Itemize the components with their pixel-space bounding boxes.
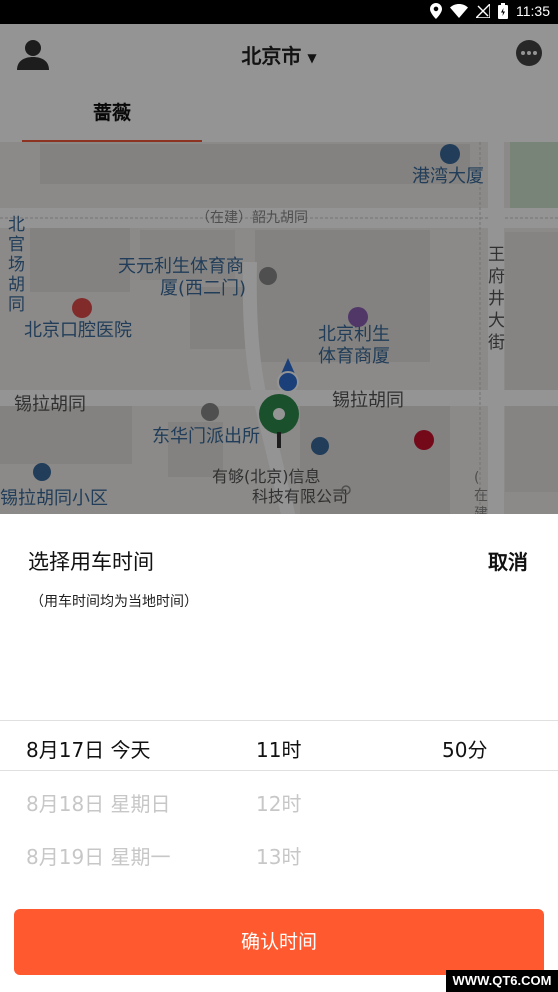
status-time: 11:35 — [516, 3, 550, 19]
status-icons: 11:35 — [430, 3, 550, 19]
app-screen: 北京市 ▼ 蔷薇 港湾大厦 （在建）韶九胡同 北官场胡同 天元利生体育商厦(西二… — [0, 24, 558, 992]
battery-icon — [498, 3, 508, 19]
hour-option[interactable]: 11时 — [256, 734, 301, 763]
sheet-subtitle: （用车时间均为当地时间） — [30, 594, 198, 610]
picker-row[interactable]: 8月19日 星期一 13时 — [0, 827, 558, 879]
time-picker-sheet: 选择用车时间 取消 （用车时间均为当地时间） 8月17日 今天 11时 50分 … — [0, 514, 558, 992]
watermark: WWW.QT6.COM — [446, 970, 558, 992]
sheet-title: 选择用车时间 — [28, 550, 154, 574]
picker-row[interactable]: 8月18日 星期日 12时 — [0, 774, 558, 826]
location-status-icon — [430, 3, 442, 19]
date-option[interactable]: 8月17日 今天 — [26, 734, 151, 763]
minute-option[interactable]: 50分 — [442, 734, 487, 763]
signal-off-icon — [476, 4, 490, 18]
time-picker[interactable]: 8月17日 今天 11时 50分 8月18日 星期日 12时 8月19日 星期一… — [0, 710, 558, 872]
status-bar: 11:35 — [0, 0, 558, 24]
wifi-icon — [450, 4, 468, 18]
date-option[interactable]: 8月19日 星期一 — [26, 841, 171, 870]
hour-option[interactable]: 12时 — [256, 788, 301, 817]
hour-option[interactable]: 13时 — [256, 841, 301, 870]
cancel-button[interactable]: 取消 — [488, 546, 528, 575]
confirm-time-button[interactable]: 确认时间 — [14, 909, 544, 975]
picker-row-selected[interactable]: 8月17日 今天 11时 50分 — [0, 720, 558, 772]
date-option[interactable]: 8月18日 星期日 — [26, 788, 171, 817]
